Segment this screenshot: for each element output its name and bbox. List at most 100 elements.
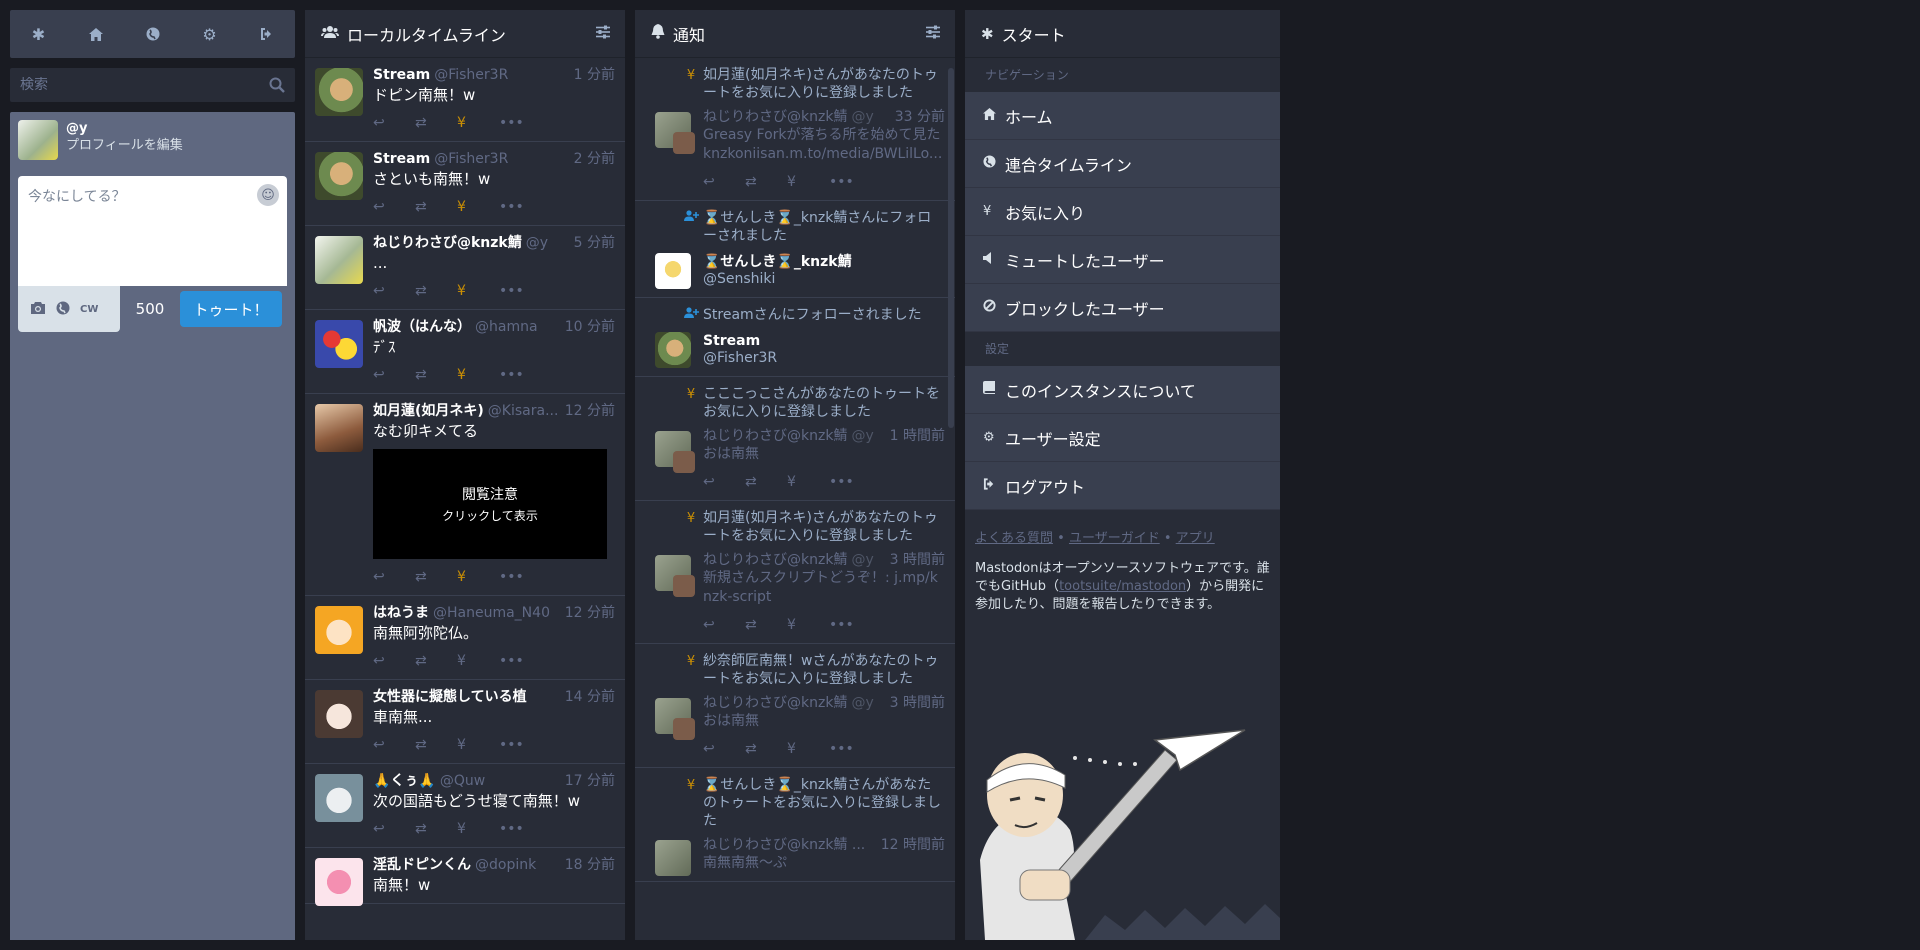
followed-account[interactable]: ⌛せんしき⌛_knzk鯖 @Senshiki [645, 253, 945, 289]
nav-about-instance[interactable]: このインスタンスについて [965, 366, 1280, 414]
display-name[interactable]: 帆波（はんな） [373, 318, 471, 336]
display-name[interactable]: はねうま [373, 604, 429, 622]
boost-icon[interactable]: ⇄ [415, 569, 457, 585]
display-name[interactable]: ねじりわさび@knzk鯖 [703, 427, 847, 445]
avatar[interactable] [315, 858, 363, 906]
reply-icon[interactable]: ↩ [373, 653, 415, 669]
reply-icon[interactable]: ↩ [373, 367, 415, 383]
status-time[interactable]: 33 分前 [895, 108, 945, 126]
status[interactable]: ねじりわさび@knzk鯖 @y 5 分前 ... ↩ ⇄ ¥ ••• [305, 226, 625, 310]
avatar[interactable] [18, 120, 58, 160]
boost-icon[interactable]: ⇄ [415, 199, 457, 215]
favourite-icon[interactable]: ¥ [787, 174, 829, 190]
display-name[interactable]: ⌛せんしき⌛_knzk鯖 [703, 254, 852, 271]
reply-icon[interactable]: ↩ [703, 741, 745, 757]
avatar[interactable] [315, 774, 363, 822]
status-time[interactable]: 12 分前 [565, 402, 615, 420]
more-icon[interactable]: ••• [499, 367, 541, 383]
more-icon[interactable]: ••• [829, 174, 871, 190]
avatar[interactable] [315, 320, 363, 368]
status[interactable]: Stream @Fisher3R 1 分前 ドピン南無！w ↩ ⇄ ¥ ••• [305, 58, 625, 142]
user-guide-link[interactable]: ユーザーガイド [1069, 531, 1160, 546]
account-handle[interactable]: @y [526, 234, 568, 252]
display-name[interactable]: ねじりわさび@knzk鯖 [703, 551, 847, 569]
boost-icon[interactable]: ⇄ [745, 617, 787, 633]
display-name[interactable]: Stream [373, 150, 430, 168]
account-handle[interactable] [531, 688, 559, 706]
display-name[interactable]: 女性器に擬態している植 [373, 688, 527, 706]
notification[interactable]: ¥ ⌛せんしき⌛_knzk鯖さんがあなたのトゥートをお気に入りに登録しました ねじ… [635, 768, 955, 882]
nav-blocked-users[interactable]: ブロックしたユーザー [965, 284, 1280, 332]
boost-icon[interactable]: ⇄ [745, 474, 787, 490]
status-time[interactable]: 18 分前 [565, 856, 615, 874]
avatar[interactable] [315, 404, 363, 452]
status-time[interactable]: 10 分前 [565, 318, 615, 336]
reply-icon[interactable]: ↩ [373, 115, 415, 131]
content-warning-button[interactable]: CW [80, 304, 98, 315]
account-handle[interactable]: @y [851, 427, 883, 445]
status-time[interactable]: 12 時間前 [881, 836, 945, 854]
logout-icon[interactable] [255, 22, 279, 46]
status[interactable]: はねうま @Haneuma_N40 12 分前 南無阿弥陀仏。 ↩ ⇄ ¥ ••• [305, 596, 625, 680]
more-icon[interactable]: ••• [499, 737, 541, 753]
status[interactable]: 🙏くぅ🙏 @Quw 17 分前 次の国語もどうせ寝て南無！w ↩ ⇄ ¥ ••• [305, 764, 625, 848]
display-name[interactable]: ねじりわさび@knzk鯖 [703, 108, 847, 126]
notification[interactable]: Streamさんにフォローされました Stream @Fisher3R [635, 298, 955, 377]
nav-user-settings[interactable]: ⚙ ユーザー設定 [965, 414, 1280, 462]
display-name[interactable]: 淫乱ドピンくん [373, 856, 471, 874]
notification[interactable]: ¥ 如月蓮(如月ネキ)さんがあなたのトゥートをお気に入りに登録しました ねじりわさ… [635, 501, 955, 644]
github-link[interactable]: tootsuite/mastodon [1059, 579, 1186, 594]
status-time[interactable]: 17 分前 [565, 772, 615, 790]
account-handle[interactable]: @hamna [475, 318, 559, 336]
boost-icon[interactable]: ⇄ [415, 737, 457, 753]
display-name[interactable]: ねじりわさび@knzk鯖 ... [703, 836, 865, 854]
faq-link[interactable]: よくある質問 [975, 531, 1053, 546]
avatar[interactable] [315, 236, 363, 284]
favourite-icon[interactable]: ¥ [457, 283, 499, 299]
avatar[interactable] [655, 840, 691, 876]
toot-button[interactable]: トゥート！ [180, 291, 282, 327]
more-icon[interactable]: ••• [829, 617, 871, 633]
globe-icon[interactable] [141, 22, 165, 46]
account-handle[interactable]: @Haneuma_N40 [433, 604, 559, 622]
account-handle[interactable]: @y [851, 551, 883, 569]
more-icon[interactable]: ••• [829, 474, 871, 490]
more-icon[interactable]: ••• [499, 821, 541, 837]
favourite-icon[interactable]: ¥ [457, 199, 499, 215]
boost-icon[interactable]: ⇄ [745, 174, 787, 190]
scrollbar[interactable] [948, 68, 954, 428]
emoji-picker-icon[interactable]: ☺ [257, 184, 279, 206]
avatar[interactable] [315, 606, 363, 654]
display-name[interactable]: 🙏くぅ🙏 [373, 772, 436, 790]
nav-logout[interactable]: ログアウト [965, 462, 1280, 510]
account-handle[interactable]: @Fisher3R [434, 150, 567, 168]
favourite-icon[interactable]: ¥ [457, 367, 499, 383]
status[interactable]: Stream @Fisher3R 2 分前 さといも南無！w ↩ ⇄ ¥ ••• [305, 142, 625, 226]
favourite-icon[interactable]: ¥ [787, 741, 829, 757]
favourite-icon[interactable]: ¥ [457, 821, 499, 837]
avatar[interactable] [315, 690, 363, 738]
status-time[interactable]: 5 分前 [574, 234, 615, 252]
reply-icon[interactable]: ↩ [373, 737, 415, 753]
home-icon[interactable] [84, 22, 108, 46]
more-icon[interactable]: ••• [499, 199, 541, 215]
boost-icon[interactable]: ⇄ [415, 115, 457, 131]
status[interactable]: 淫乱ドピンくん @dopink 18 分前 南無！w [305, 848, 625, 906]
account-handle[interactable]: @Kisara... [488, 402, 559, 420]
display-name[interactable]: ねじりわさび@knzk鯖 [703, 694, 847, 712]
avatar[interactable] [315, 152, 363, 200]
reply-icon[interactable]: ↩ [373, 283, 415, 299]
avatar[interactable] [655, 332, 691, 368]
account-handle[interactable]: @Quw [440, 772, 559, 790]
camera-icon[interactable] [30, 301, 46, 318]
compose-textarea[interactable] [18, 176, 287, 286]
boost-icon[interactable]: ⇄ [415, 367, 457, 383]
favourite-icon[interactable]: ¥ [457, 569, 499, 585]
nav-muted-users[interactable]: ミュートしたユーザー [965, 236, 1280, 284]
status[interactable]: 如月蓮(如月ネキ) @Kisara... 12 分前 なむ卯キメてる 閲覧注意 クリ… [305, 394, 625, 596]
account-handle[interactable]: @Fisher3R [703, 350, 777, 367]
boost-icon[interactable]: ⇄ [415, 283, 457, 299]
status[interactable]: 帆波（はんな） @hamna 10 分前 ﾃﾞｽ ↩ ⇄ ¥ ••• [305, 310, 625, 394]
favourite-icon[interactable]: ¥ [457, 115, 499, 131]
display-name[interactable]: Stream [703, 333, 777, 350]
